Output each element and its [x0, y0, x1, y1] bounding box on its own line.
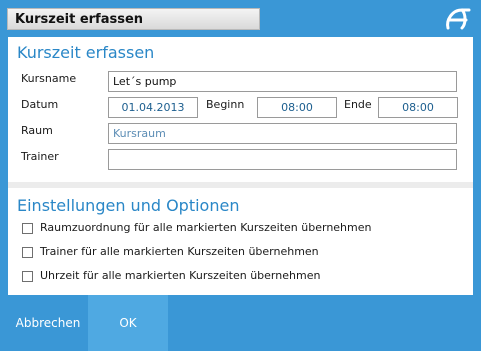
ok-button[interactable]: OK: [88, 295, 168, 351]
raum-input[interactable]: Kursraum: [108, 123, 457, 144]
raum-label: Raum: [21, 124, 53, 137]
option-room-assignment-label: Raumzuordnung für alle markierten Kursze…: [40, 221, 372, 234]
trainer-label: Trainer: [21, 150, 59, 163]
options-heading: Einstellungen und Optionen: [17, 196, 240, 215]
trainer-input[interactable]: [108, 149, 457, 170]
beginn-label: Beginn: [206, 98, 245, 111]
option-trainer-label: Trainer für alle markierten Kurszeiten ü…: [40, 245, 319, 258]
kursname-input[interactable]: Let´s pump: [108, 71, 457, 92]
window-title-box: Kurszeit erfassen: [7, 8, 260, 30]
datum-input[interactable]: 01.04.2013: [108, 97, 198, 118]
title-bar: Kurszeit erfassen: [0, 0, 481, 37]
checkbox-icon[interactable]: [22, 223, 33, 234]
cancel-button[interactable]: Abbrechen: [8, 295, 88, 351]
ende-input[interactable]: 08:00: [378, 97, 458, 118]
beginn-input[interactable]: 08:00: [257, 97, 337, 118]
option-time-label: Uhrzeit für alle markierten Kurszeiten ü…: [40, 269, 321, 282]
checkbox-icon[interactable]: [22, 271, 33, 282]
datum-label: Datum: [21, 98, 59, 111]
kursname-label: Kursname: [21, 72, 77, 85]
form-heading: Kurszeit erfassen: [17, 43, 155, 62]
checkbox-icon[interactable]: [22, 247, 33, 258]
brand-logo-icon: [446, 8, 471, 30]
window-title: Kurszeit erfassen: [15, 12, 144, 27]
options-panel: Einstellungen und Optionen Raumzuordnung…: [8, 188, 473, 295]
course-time-panel: Kurszeit erfassen Kursname Let´s pump Da…: [8, 37, 473, 182]
ende-label: Ende: [344, 98, 372, 111]
